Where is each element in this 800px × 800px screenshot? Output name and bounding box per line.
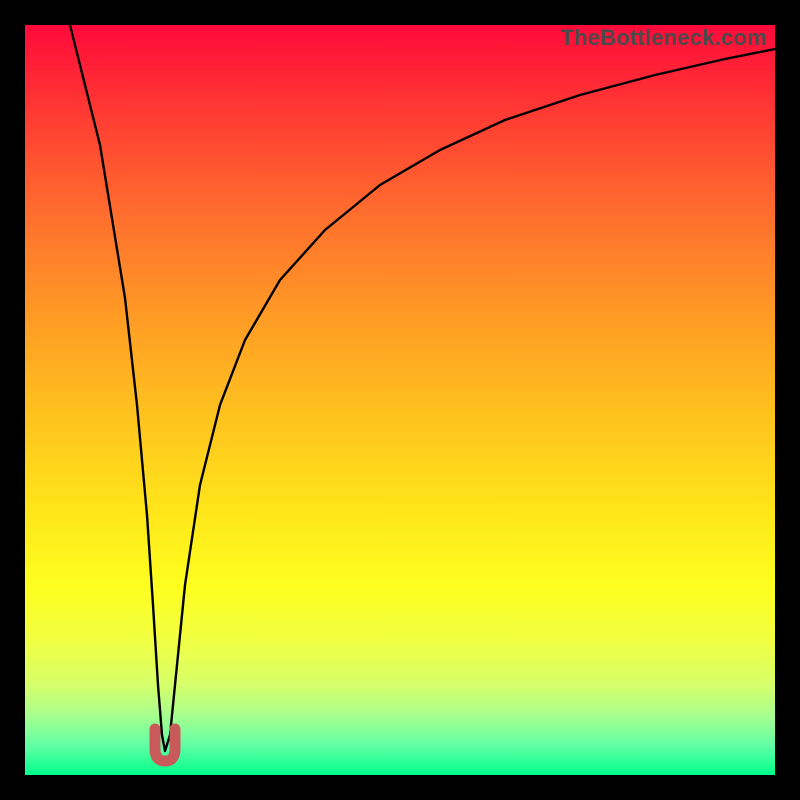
bottleneck-curve — [70, 25, 775, 751]
chart-svg — [25, 25, 775, 775]
chart-plot-area: TheBottleneck.com — [25, 25, 775, 775]
